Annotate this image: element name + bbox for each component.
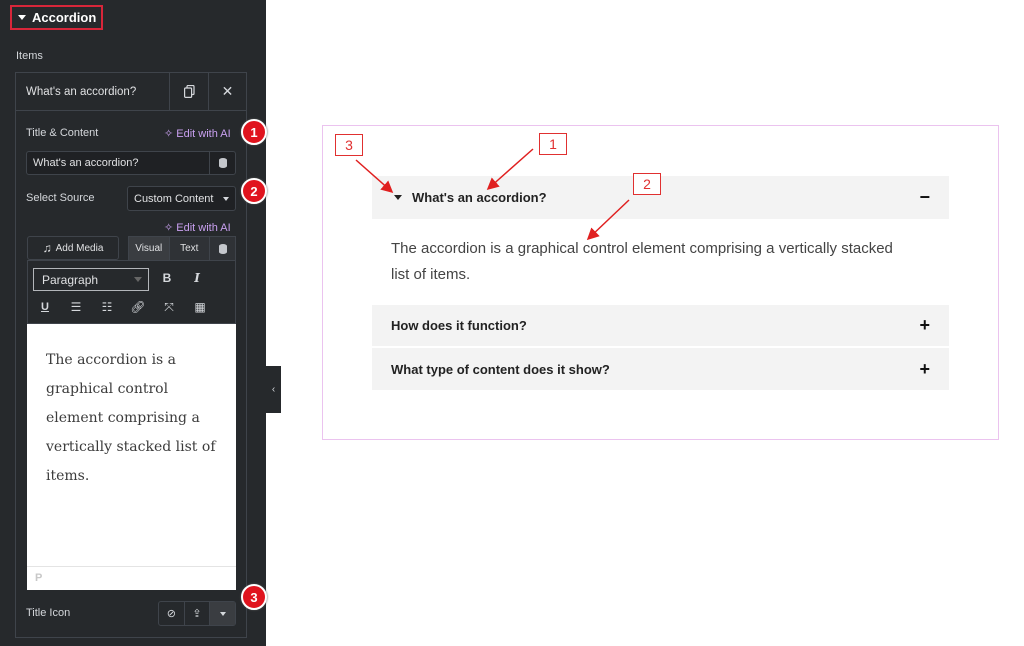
bullet-list-button[interactable]: ☰ <box>66 300 86 314</box>
caret-down-icon <box>394 195 402 200</box>
edit-with-ai-link-2[interactable]: ✧ Edit with AI <box>164 221 231 234</box>
title-input[interactable]: What's an accordion? <box>26 151 236 175</box>
sparkle-icon: ✧ <box>164 128 177 140</box>
items-label: Items <box>16 50 43 62</box>
accordion-title: What type of content does it show? <box>391 361 610 377</box>
no-icon-button[interactable]: ⊘ <box>159 602 184 625</box>
caret-down-icon <box>18 15 26 20</box>
chevron-down-icon <box>134 277 142 282</box>
chevron-down-icon <box>223 196 229 201</box>
section-title: Accordion <box>32 10 97 25</box>
content-editor[interactable]: The accordion is a graphical control ele… <box>27 324 236 590</box>
remove-button[interactable]: ✕ <box>208 73 246 110</box>
select-source-label: Select Source <box>26 192 95 204</box>
dynamic-tags-button[interactable] <box>209 152 235 174</box>
annotation-label-2: 2 <box>633 173 661 195</box>
plus-icon: + <box>919 315 930 335</box>
italic-button[interactable]: I <box>187 271 207 285</box>
underline-button[interactable]: U <box>35 301 55 313</box>
editor-tabs: Visual Text <box>128 236 236 260</box>
icon-library-button[interactable] <box>209 602 236 625</box>
step-badge-1: 1 <box>241 119 267 145</box>
repeater-item-title[interactable]: What's an accordion? <box>16 73 170 110</box>
chevron-left-icon: ‹ <box>271 384 276 395</box>
accordion-item-2[interactable]: How does it function? + <box>372 305 949 346</box>
format-select[interactable]: Paragraph <box>33 268 149 291</box>
title-content-label: Title & Content <box>26 127 99 139</box>
tab-visual[interactable]: Visual <box>129 237 169 260</box>
plus-icon: + <box>919 358 930 379</box>
caret-down-icon <box>219 611 226 616</box>
minus-icon: − <box>919 187 930 207</box>
upload-icon: ⇪ <box>192 608 202 620</box>
link-button[interactable]: 🔗︎ <box>128 300 148 314</box>
ban-icon: ⊘ <box>166 608 176 620</box>
editor-content[interactable]: The accordion is a graphical control ele… <box>46 346 226 491</box>
accordion-section-toggle[interactable]: Accordion <box>10 5 103 30</box>
media-icon: ♫ <box>42 241 52 255</box>
close-icon: ✕ <box>221 83 234 99</box>
upload-icon-button[interactable]: ⇪ <box>183 602 210 625</box>
accordion-title: How does it function? <box>391 318 527 333</box>
database-icon <box>218 158 227 168</box>
dynamic-tags-button[interactable] <box>209 237 235 260</box>
title-icon-label: Title Icon <box>26 607 71 619</box>
repeater-item-header: What's an accordion? ✕ <box>16 73 246 111</box>
tab-text[interactable]: Text <box>168 237 209 260</box>
numbered-list-button[interactable]: ☷ <box>97 300 117 314</box>
copy-icon <box>183 85 195 98</box>
collapse-panel-button[interactable]: ‹ <box>266 366 281 413</box>
accordion-item-3[interactable]: What type of content does it show? + <box>372 348 949 390</box>
editor-panel: Accordion Items What's an accordion? ✕ T… <box>0 0 266 646</box>
annotation-label-1: 1 <box>539 133 567 155</box>
title-icon-picker: ⊘ ⇪ <box>158 601 236 626</box>
select-source-dropdown[interactable]: Custom Content <box>127 186 236 211</box>
editor-toolbar: Paragraph B I U ☰ ☷ 🔗︎ ⤧ ▦ <box>27 260 236 324</box>
bold-button[interactable]: B <box>157 271 177 285</box>
editor-path: P <box>27 566 236 590</box>
annotation-label-3: 3 <box>335 134 363 156</box>
toolbar-toggle-button[interactable]: ▦ <box>190 300 210 314</box>
accordion-title: What's an accordion? <box>412 190 547 205</box>
step-badge-3: 3 <box>241 584 267 610</box>
fullscreen-button[interactable]: ⤧ <box>159 300 179 315</box>
step-badge-2: 2 <box>241 178 267 204</box>
duplicate-button[interactable] <box>170 73 208 110</box>
add-media-button[interactable]: ♫ Add Media <box>27 236 119 260</box>
sparkle-icon: ✧ <box>164 222 177 234</box>
accordion-content: The accordion is a graphical control ele… <box>391 240 893 283</box>
database-icon <box>218 243 227 254</box>
edit-with-ai-link[interactable]: ✧ Edit with AI <box>164 127 231 140</box>
